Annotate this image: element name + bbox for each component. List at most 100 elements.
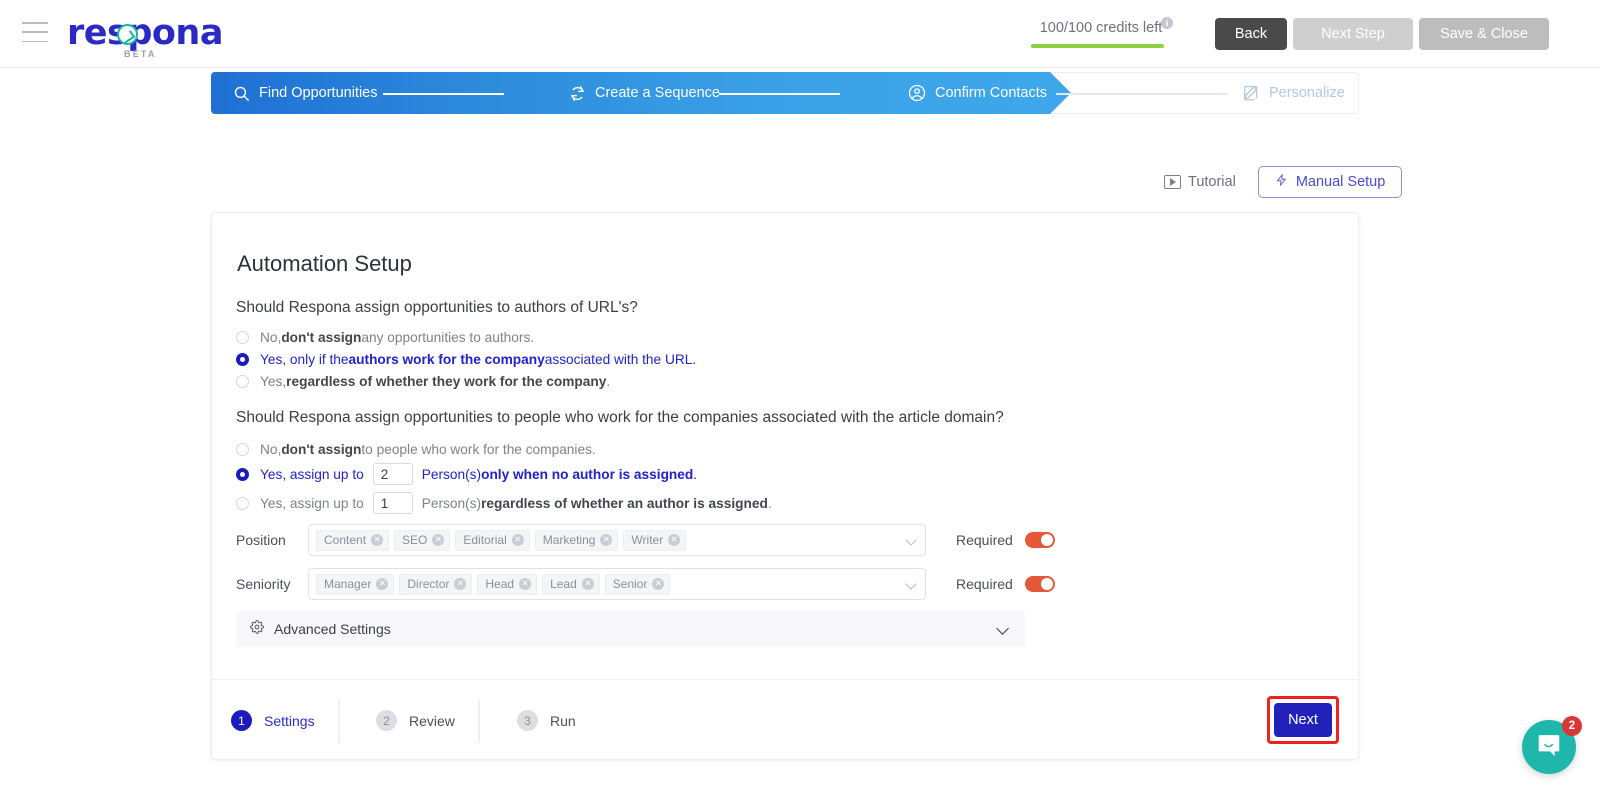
chevron-down-icon[interactable] [905, 578, 917, 590]
tag-label: Senior [612, 577, 648, 591]
manual-setup-label: Manual Setup [1295, 174, 1386, 190]
stepper-connector-1 [383, 93, 504, 95]
footer-step-number: 3 [517, 710, 538, 731]
position-required-toggle[interactable] [1024, 532, 1055, 548]
footer-step-settings[interactable]: 1 Settings [231, 710, 315, 731]
tutorial-label: Tutorial [1188, 174, 1236, 190]
tag-label: Head [485, 577, 515, 591]
radio-option-regardless-company[interactable]: Yes, regardless of whether they work for… [236, 371, 610, 391]
stepper-item-personalize[interactable]: Personalize [1242, 72, 1345, 114]
option-text-bold: don't assign [281, 329, 362, 345]
question-domain-people-label: Should Respona assign opportunities to p… [236, 409, 1004, 426]
close-icon[interactable]: ✕ [652, 578, 665, 590]
footer-step-separator [478, 698, 500, 744]
close-icon[interactable]: ✕ [668, 534, 681, 546]
position-required-label: Required [956, 532, 1013, 548]
stepper-item-find-opportunities[interactable]: Find Opportunities [233, 72, 377, 114]
close-icon[interactable]: ✕ [511, 534, 524, 546]
tag-chip[interactable]: Writer ✕ [623, 529, 687, 551]
seniority-tag-input[interactable]: Manager ✕ Director ✕ Head ✕ Lead ✕ Senio… [308, 568, 926, 600]
tag-label: Content [324, 533, 367, 547]
stepper-item-label: Confirm Contacts [935, 85, 1048, 101]
footer-step-review[interactable]: 2 Review [376, 710, 455, 731]
tag-label: Manager [324, 577, 372, 591]
option-text-pre: No, [260, 441, 282, 457]
tag-chip[interactable]: SEO ✕ [394, 529, 451, 551]
option-text-post: . [767, 495, 772, 511]
footer-step-run[interactable]: 3 Run [517, 710, 576, 731]
radio-icon[interactable] [236, 442, 249, 456]
info-icon[interactable]: i [1161, 17, 1173, 29]
close-icon[interactable]: ✕ [371, 534, 384, 546]
footer-step-label: Settings [264, 712, 315, 729]
seniority-required-toggle[interactable] [1024, 576, 1055, 592]
radio-icon[interactable] [236, 330, 249, 344]
option-text-bold: authors work for the company [348, 351, 545, 367]
footer-step-number: 1 [231, 710, 252, 731]
radio-option-no-assign-authors[interactable]: No, don't assign any opportunities to au… [236, 327, 534, 347]
advanced-settings-accordion[interactable]: Advanced Settings [236, 611, 1025, 647]
respona-logo[interactable]: respona BETA [67, 13, 223, 59]
radio-icon[interactable] [236, 374, 249, 388]
tag-chip[interactable]: Senior ✕ [604, 573, 671, 595]
advanced-settings-label: Advanced Settings [274, 621, 391, 637]
logo-circle-icon [116, 23, 138, 45]
tag-chip[interactable]: Marketing ✕ [534, 529, 619, 551]
radio-option-authors-work-for-company[interactable]: Yes, only if the authors work for the co… [236, 349, 696, 369]
close-icon[interactable]: ✕ [454, 578, 467, 590]
radio-option-assign-regardless-author[interactable]: Yes, assign up to Person(s) regardless o… [236, 490, 772, 516]
stepper-connector-3 [1056, 93, 1228, 95]
tag-label: Lead [550, 577, 577, 591]
radio-icon-selected[interactable] [236, 467, 249, 481]
next-step-button[interactable]: Next Step [1293, 18, 1413, 50]
tag-chip[interactable]: Manager ✕ [316, 573, 395, 595]
chevron-down-icon[interactable] [905, 534, 917, 546]
manual-setup-button[interactable]: Manual Setup [1257, 166, 1403, 198]
option-text-pre: No, [260, 329, 282, 345]
option-text-pre: Yes, only if the [260, 351, 349, 367]
close-icon[interactable]: ✕ [519, 578, 532, 590]
tutorial-button[interactable]: Tutorial [1156, 166, 1244, 198]
close-icon[interactable]: ✕ [600, 534, 613, 546]
pencil-square-icon [1242, 84, 1260, 102]
hamburger-line [22, 40, 48, 42]
close-icon[interactable]: ✕ [581, 578, 594, 590]
tag-chip[interactable]: Editorial ✕ [455, 529, 530, 551]
radio-icon[interactable] [236, 496, 249, 510]
close-icon[interactable]: ✕ [432, 534, 445, 546]
seniority-field-row: Seniority Manager ✕ Director ✕ Head ✕ Le… [236, 568, 1236, 600]
stepper-item-confirm-contacts[interactable]: Confirm Contacts [908, 72, 1047, 114]
next-button[interactable]: Next [1274, 703, 1332, 737]
stepper-item-create-a-sequence[interactable]: Create a Sequence [569, 72, 720, 114]
option-text-post: . [606, 373, 611, 389]
person-count-input-regardless[interactable] [372, 492, 413, 514]
close-icon[interactable]: ✕ [376, 578, 389, 590]
person-count-input-no-author[interactable] [372, 463, 413, 485]
stepper-item-label: Find Opportunities [259, 85, 378, 101]
position-tag-input[interactable]: Content ✕ SEO ✕ Editorial ✕ Marketing ✕ … [308, 524, 926, 556]
hamburger-icon[interactable] [22, 22, 48, 42]
option-text-post: to people who work for the companies. [361, 441, 596, 457]
back-button[interactable]: Back [1215, 18, 1287, 50]
save-and-close-button[interactable]: Save & Close [1419, 18, 1549, 50]
play-icon [1164, 175, 1181, 189]
credits-meter: 100/100 credits left [1027, 20, 1175, 48]
logo-beta-tag: BETA [124, 49, 157, 59]
chat-unread-badge: 2 [1562, 716, 1582, 736]
tag-chip[interactable]: Head ✕ [477, 573, 538, 595]
chevron-down-icon[interactable] [996, 622, 1009, 635]
gear-icon [250, 619, 264, 639]
tag-label: Director [407, 577, 450, 591]
stepper-connector-2 [719, 93, 840, 95]
workflow-stepper: Find Opportunities Create a Sequence Con… [211, 72, 1359, 114]
footer-step-separator [338, 698, 360, 744]
position-label: Position [236, 532, 286, 548]
tag-chip[interactable]: Lead ✕ [542, 573, 600, 595]
tag-chip[interactable]: Director ✕ [399, 573, 473, 595]
stepper-item-label: Personalize [1269, 85, 1345, 101]
option-text-post: associated with the URL. [544, 351, 697, 367]
radio-option-assign-when-no-author[interactable]: Yes, assign up to Person(s) only when no… [236, 461, 697, 487]
radio-option-no-assign-companies[interactable]: No, don't assign to people who work for … [236, 439, 596, 459]
radio-icon-selected[interactable] [236, 352, 249, 366]
tag-chip[interactable]: Content ✕ [316, 529, 390, 551]
